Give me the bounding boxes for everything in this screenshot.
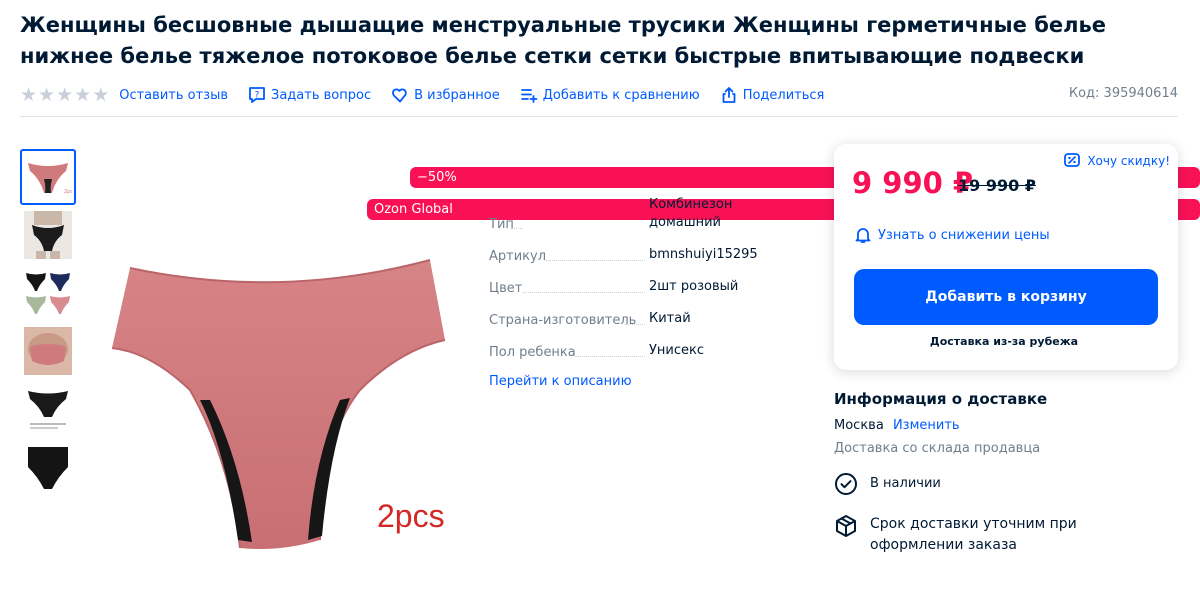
thumbnail-6-image: [24, 443, 72, 491]
leave-review-link[interactable]: Оставить отзыв: [119, 88, 228, 103]
thumbnail-2-image: [24, 211, 72, 259]
favorites-label: В избранное: [414, 87, 500, 103]
svg-text:2pcs: 2pcs: [64, 189, 72, 195]
star-icon: ★: [74, 84, 92, 106]
delivery-from-abroad: Доставка из-за рубежа: [929, 335, 1079, 348]
box-icon: [834, 514, 858, 538]
thumbnail-4-image: [24, 327, 72, 375]
delivery-warehouse: Доставка со склада продавца: [834, 441, 1041, 456]
char-row-gender: Пол ребенка Унисекс: [489, 342, 809, 360]
share-icon: [720, 86, 738, 104]
question-bubble-icon: ?: [248, 86, 266, 104]
char-key: Цвет: [489, 281, 649, 296]
go-to-description-link[interactable]: Перейти к описанию: [489, 374, 632, 389]
char-value: 2шт розовый: [649, 279, 739, 294]
price-drop-notify-link[interactable]: Узнать о снижении цены: [854, 226, 1050, 244]
thumbnail-5-image: [24, 385, 72, 433]
notify-label: Узнать о снижении цены: [878, 227, 1050, 243]
product-actions-bar: ★ ★ ★ ★ ★ Оставить отзыв ? Задать вопрос…: [20, 84, 844, 106]
delivery-term-row: Срок доставки уточним при оформлении зак…: [834, 514, 1174, 556]
in-stock-label: В наличии: [870, 476, 941, 491]
check-circle-icon: [834, 472, 858, 496]
image-caption: 2pcs: [377, 498, 445, 534]
star-icon: ★: [56, 84, 74, 106]
thumbnail-1[interactable]: 2pcs: [20, 149, 76, 205]
thumbnail-3[interactable]: [20, 265, 76, 321]
current-price: 9 990 ₽: [852, 166, 974, 200]
change-city-link[interactable]: Изменить: [893, 418, 960, 433]
ask-question-link[interactable]: ? Задать вопрос: [248, 86, 371, 104]
thumbnail-3-image: [24, 269, 72, 317]
delivery-city-row: Москва Изменить: [834, 418, 1174, 433]
characteristics-list: Тип Комбинезон домашний Артикул bmnshuiy…: [489, 196, 809, 389]
add-to-cart-button[interactable]: Добавить в корзину: [854, 269, 1158, 325]
char-key: Страна-изготовитель: [489, 313, 649, 328]
char-row-color: Цвет 2шт розовый: [489, 278, 809, 296]
char-row-type: Тип Комбинезон домашний: [489, 196, 809, 232]
compare-list-icon: [520, 86, 538, 104]
delivery-term-label: Срок доставки уточним при оформлении зак…: [870, 516, 1077, 553]
discount-tag-icon: [1064, 153, 1081, 167]
char-value: Унисекс: [649, 343, 705, 358]
buy-box: Хочу скидку! 9 990 ₽ 19 990 ₽ Узнать о с…: [834, 144, 1178, 370]
thumbnail-2[interactable]: [20, 207, 76, 263]
star-icon: ★: [92, 84, 110, 106]
char-key: Артикул: [489, 249, 649, 264]
char-value: Комбинезон домашний: [649, 197, 733, 230]
ask-question-label: Задать вопрос: [271, 87, 372, 103]
thumbnail-1-image: 2pcs: [24, 153, 72, 201]
rating-stars[interactable]: ★ ★ ★ ★ ★: [20, 85, 109, 105]
char-row-article: Артикул bmnshuiyi15295: [489, 246, 809, 264]
share-label: Поделиться: [742, 87, 825, 103]
thumbnail-6[interactable]: [20, 439, 76, 495]
char-key: Тип: [489, 217, 649, 232]
char-value: Китай: [649, 311, 691, 326]
char-value: bmnshuiyi15295: [649, 247, 758, 262]
header-divider: [20, 116, 1178, 117]
char-key: Пол ребенка: [489, 345, 649, 360]
delivery-city: Москва: [834, 418, 884, 433]
leave-review-label: Оставить отзыв: [119, 87, 228, 103]
in-stock-row: В наличии: [834, 472, 1174, 496]
want-discount-label: Хочу скидку!: [1087, 154, 1170, 168]
star-icon: ★: [38, 84, 56, 106]
add-to-compare-link[interactable]: Добавить к сравнению: [520, 86, 700, 104]
star-icon: ★: [20, 84, 38, 106]
char-row-country: Страна-изготовитель Китай: [489, 310, 809, 328]
product-title: Женщины бесшовные дышащие менструальные …: [20, 13, 1107, 68]
delivery-info: Информация о доставке Москва Изменить До…: [834, 390, 1174, 556]
bell-icon: [855, 228, 871, 243]
heart-icon: [391, 86, 409, 104]
thumbnail-gallery: 2pcs: [20, 149, 76, 497]
add-to-favorites-link[interactable]: В избранное: [391, 86, 500, 104]
thumbnail-4[interactable]: [20, 323, 76, 379]
thumbnail-5[interactable]: [20, 381, 76, 437]
product-code: Код: 395940614: [1068, 86, 1178, 101]
delivery-title: Информация о доставке: [834, 390, 1048, 408]
svg-text:?: ?: [255, 91, 260, 101]
compare-label: Добавить к сравнению: [542, 87, 700, 103]
want-discount-link[interactable]: Хочу скидку!: [1063, 152, 1170, 170]
old-price: 19 990 ₽: [958, 176, 1036, 195]
share-link[interactable]: Поделиться: [720, 86, 825, 104]
